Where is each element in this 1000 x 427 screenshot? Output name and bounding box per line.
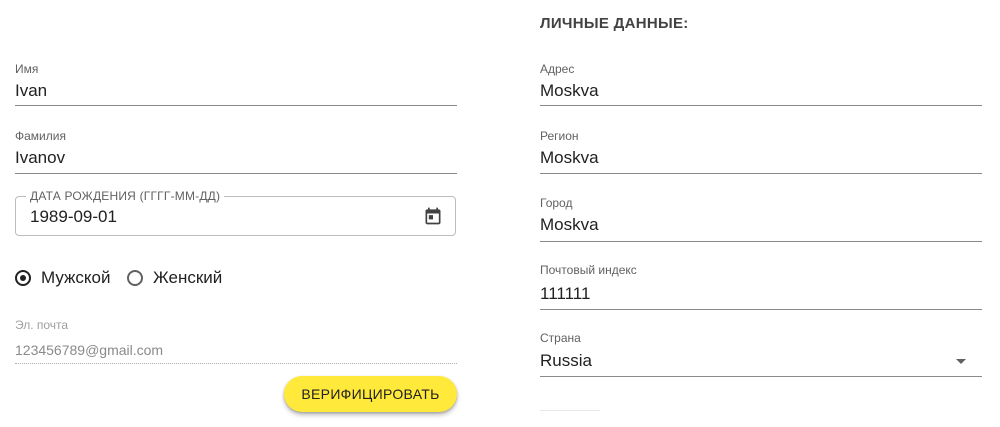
faint-divider	[540, 410, 600, 411]
postal-code-label: Почтовый индекс	[540, 263, 637, 277]
postal-code-field[interactable]: Почтовый индекс 111111	[540, 263, 982, 310]
first-name-underline	[15, 105, 457, 106]
email-field: Эл. почта 123456789@gmail.com	[15, 318, 457, 364]
first-name-label: Имя	[15, 62, 39, 76]
personal-data-title: ЛИЧНЫЕ ДАННЫЕ:	[540, 15, 689, 32]
birth-date-input[interactable]: 1989-09-01	[30, 207, 117, 227]
region-label: Регион	[540, 129, 579, 143]
city-field[interactable]: Город Moskva	[540, 196, 982, 242]
region-underline	[540, 173, 982, 174]
birth-date-field[interactable]: ДАТА РОЖДЕНИЯ (ГГГГ-ММ-ДД) 1989-09-01	[15, 189, 456, 236]
country-select[interactable]: Страна Russia	[540, 331, 982, 377]
city-underline	[540, 241, 982, 242]
first-name-input[interactable]: Ivan	[15, 81, 47, 101]
city-label: Город	[540, 196, 573, 210]
postal-code-underline	[540, 309, 982, 310]
gender-female-label[interactable]: Женский	[153, 268, 222, 288]
email-label: Эл. почта	[15, 318, 69, 332]
last-name-underline	[15, 173, 457, 174]
region-input[interactable]: Moskva	[540, 148, 599, 168]
city-input[interactable]: Moskva	[540, 215, 599, 235]
address-label: Адрес	[540, 62, 575, 76]
last-name-input[interactable]: Ivanov	[15, 148, 65, 168]
radio-checked-icon[interactable]	[15, 270, 31, 286]
country-value[interactable]: Russia	[540, 351, 592, 371]
address-underline	[540, 105, 982, 106]
birth-date-label: ДАТА РОЖДЕНИЯ (ГГГГ-ММ-ДД)	[26, 189, 225, 203]
region-field[interactable]: Регион Moskva	[540, 129, 982, 174]
last-name-label: Фамилия	[15, 129, 66, 143]
address-input[interactable]: Moskva	[540, 81, 599, 101]
verify-button[interactable]: ВЕРИФИЦИРОВАТЬ	[284, 376, 457, 412]
email-underline	[15, 363, 457, 364]
radio-unchecked-icon[interactable]	[127, 270, 143, 286]
registration-form: Имя Ivan Фамилия Ivanov ДАТА РОЖДЕНИЯ (Г…	[0, 0, 1000, 427]
postal-code-input[interactable]: 111111	[540, 284, 590, 304]
country-underline	[540, 376, 982, 377]
email-input: 123456789@gmail.com	[15, 342, 164, 358]
gender-male-label[interactable]: Мужской	[41, 268, 111, 288]
dropdown-arrow-icon[interactable]	[956, 359, 966, 364]
last-name-field[interactable]: Фамилия Ivanov	[15, 129, 457, 174]
gender-female-radio[interactable]: Женский	[127, 268, 222, 288]
gender-male-radio[interactable]: Мужской	[15, 268, 111, 288]
calendar-icon[interactable]	[423, 206, 443, 226]
address-field[interactable]: Адрес Moskva	[540, 62, 982, 107]
country-label: Страна	[540, 331, 581, 345]
first-name-field[interactable]: Имя Ivan	[15, 62, 457, 107]
